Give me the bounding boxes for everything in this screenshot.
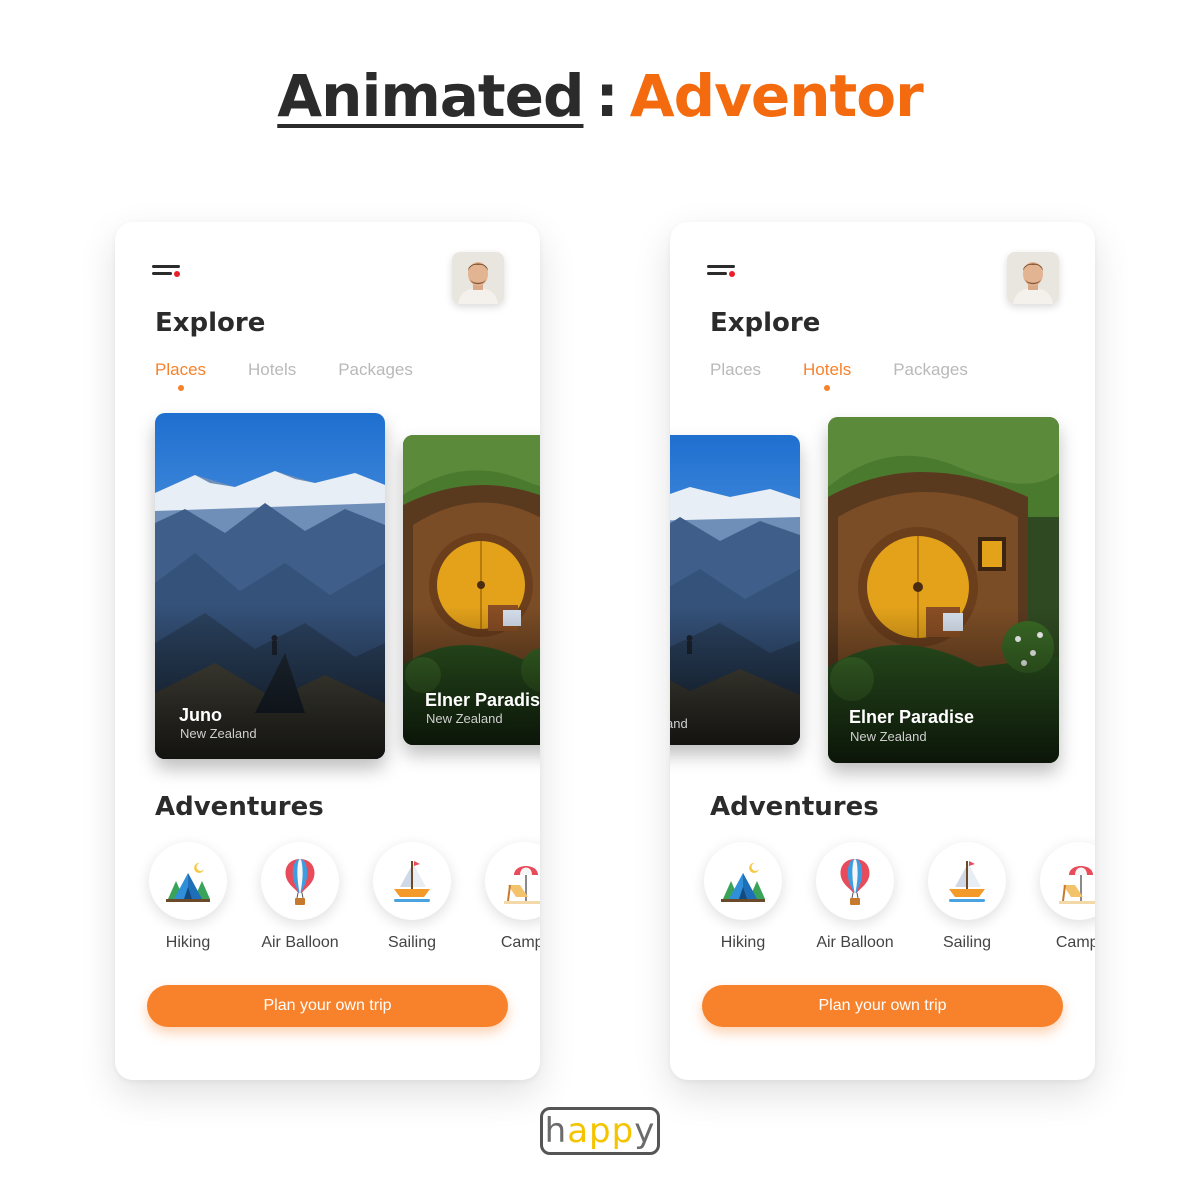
adventure-camping[interactable]: Campi <box>1029 842 1095 952</box>
tab-packages[interactable]: Packages <box>338 360 413 380</box>
adventure-label: Air Balloon <box>816 934 894 951</box>
adventure-camping[interactable]: Campi <box>474 842 540 952</box>
hot-air-balloon-icon <box>840 859 870 905</box>
tent-icon <box>721 862 765 902</box>
avatar-photo <box>1007 252 1059 304</box>
hot-air-balloon-icon <box>285 859 315 905</box>
sailboat-icon <box>394 861 430 902</box>
place-card-elner-paradise[interactable]: Elner Paradise New Zealand <box>403 435 540 745</box>
avatar-photo <box>452 252 504 304</box>
adventure-label: Campi <box>500 934 540 951</box>
tab-bar: Places Hotels Packages <box>155 360 455 391</box>
adventure-label: Sailing <box>942 934 992 951</box>
adventure-air-balloon[interactable]: Air Balloon <box>250 842 350 952</box>
place-card-elner-paradise[interactable]: Elner Paradise New Zealand <box>828 417 1059 763</box>
page-title: Explore <box>155 308 266 338</box>
tab-bar: Places Hotels Packages <box>710 360 1010 391</box>
avatar[interactable] <box>452 252 504 304</box>
card-location: New Zealand <box>850 729 927 744</box>
headline: Animated: Adventor <box>0 62 1200 130</box>
phone-screen-places: Explore Places Hotels Packages Juno New … <box>115 222 540 1080</box>
place-card-juno[interactable]: and <box>670 435 800 745</box>
page-title: Explore <box>710 308 821 338</box>
adventure-sailing[interactable]: Sailing <box>917 842 1017 952</box>
adventure-sailing[interactable]: Sailing <box>362 842 462 952</box>
adventure-air-balloon[interactable]: Air Balloon <box>805 842 905 952</box>
adventure-hiking[interactable]: Hiking <box>693 842 793 952</box>
headline-app-name: Adventor <box>629 62 924 130</box>
adventure-label: Hiking <box>165 934 211 951</box>
headline-separator: : <box>595 62 618 130</box>
logo-text-prefix: h <box>544 1111 568 1151</box>
menu-icon[interactable] <box>707 264 737 280</box>
sailboat-icon <box>949 861 985 902</box>
tab-hotels[interactable]: Hotels <box>803 360 851 391</box>
adventure-hiking[interactable]: Hiking <box>138 842 238 952</box>
beach-chair-umbrella-icon <box>504 866 540 904</box>
avatar[interactable] <box>1007 252 1059 304</box>
adventure-label: Campi <box>1055 934 1095 951</box>
adventure-label: Hiking <box>720 934 766 951</box>
card-location: New Zealand <box>180 726 257 741</box>
adventure-label: Sailing <box>387 934 437 951</box>
place-card-juno[interactable]: Juno New Zealand <box>155 413 385 759</box>
tent-icon <box>166 862 210 902</box>
card-title: Elner Paradise <box>425 690 540 710</box>
card-location: and <box>670 716 688 731</box>
tab-packages[interactable]: Packages <box>893 360 968 380</box>
phone-screen-hotels: Explore Places Hotels Packages nd Elner … <box>670 222 1095 1080</box>
tab-places[interactable]: Places <box>155 360 206 391</box>
logo-text-suffix: y <box>634 1111 656 1151</box>
beach-chair-umbrella-icon <box>1059 866 1095 904</box>
card-title: Juno <box>179 705 222 725</box>
logo-text-middle: app <box>567 1111 635 1151</box>
tab-places[interactable]: Places <box>710 360 761 380</box>
adventure-label: Air Balloon <box>261 934 339 951</box>
section-title-adventures: Adventures <box>155 792 324 822</box>
menu-icon[interactable] <box>152 264 182 280</box>
tab-hotels[interactable]: Hotels <box>248 360 296 380</box>
section-title-adventures: Adventures <box>710 792 879 822</box>
plan-trip-button[interactable]: Plan your own trip <box>702 985 1063 1027</box>
plan-trip-button[interactable]: Plan your own trip <box>147 985 508 1027</box>
card-location: New Zealand <box>426 711 503 726</box>
canvas: Animated: Adventor Explore Places Hotels … <box>0 0 1200 1200</box>
happy-logo: h app y <box>540 1107 660 1155</box>
card-title: Elner Paradise <box>849 707 975 727</box>
headline-animated: Animated <box>277 62 584 130</box>
